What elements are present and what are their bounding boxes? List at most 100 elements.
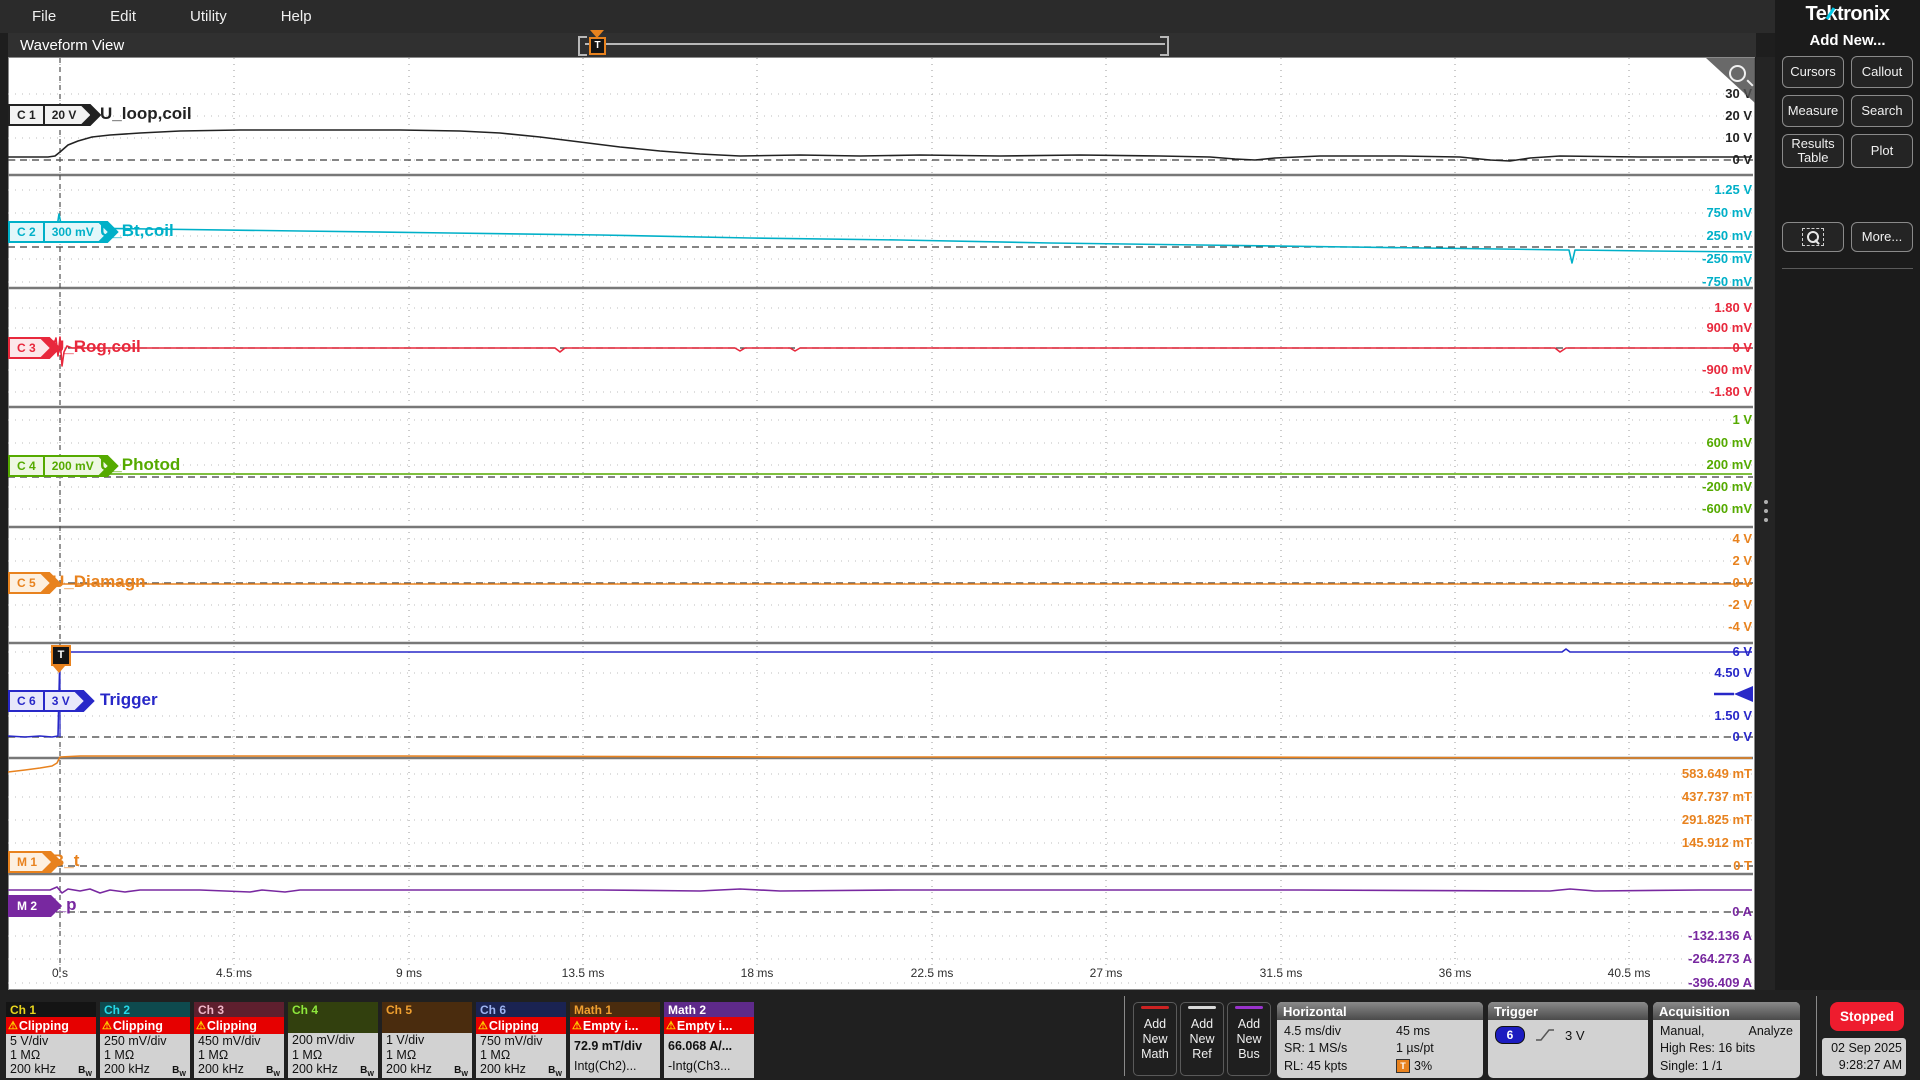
waveform-view-titlebar[interactable]: Waveform View [8,33,1756,57]
channel-badge-c1[interactable]: C 120 V [8,104,101,126]
scale-tick: 0 V [1582,575,1752,590]
clipping-warning-banner: ⚠Clipping [100,1017,190,1034]
bottom-badge-ch-4[interactable]: Ch 4200 mV/div1 MΩ200 kHzBW [288,1002,378,1078]
scale-tick: 4 V [1582,531,1752,546]
waveform-plot-area[interactable] [8,57,1755,990]
scale-tick: -600 mV [1582,501,1752,516]
warning-icon: ⚠ [478,1019,488,1032]
trigger-time-marker-arrow-icon [53,666,65,673]
bandwidth-limit-icon: BW [548,1065,562,1078]
clipping-warning-banner: ⚠Clipping [476,1017,566,1034]
bottom-badge-ch-6[interactable]: Ch 6⚠Clipping750 mV/div1 MΩ200 kHzBW [476,1002,566,1078]
time-axis-label: 13.5 ms [562,966,605,980]
scale-tick: 10 V [1582,130,1752,145]
area-zoom-button[interactable] [1782,222,1844,252]
scale-tick: 6 V [1582,644,1752,659]
measure-button[interactable]: Measure [1782,95,1844,127]
channel-name-label: U_Photod [100,455,180,475]
bandwidth-limit-icon: BW [454,1065,468,1078]
scale-tick: 145.912 mT [1582,835,1752,850]
bottom-badge-ch-1[interactable]: Ch 1⚠Clipping5 V/div1 MΩ200 kHzBW [6,1002,96,1078]
time-axis-label: 18 ms [741,966,774,980]
scale-tick: -900 mV [1582,362,1752,377]
scale-tick: 750 mV [1582,205,1752,220]
trigger-time-marker[interactable]: T [51,645,71,666]
horizontal-panel[interactable]: Horizontal4.5 ms/div45 msSR: 1 MS/s1 µs/… [1277,1002,1483,1078]
scale-tick: 0 V [1582,340,1752,355]
clipping-warning-banner: ⚠Clipping [6,1017,96,1034]
results-table-button[interactable]: Results Table [1782,134,1844,168]
bottom-badge-ch-3[interactable]: Ch 3⚠Clipping450 mV/div1 MΩ200 kHzBW [194,1002,284,1078]
menu-file[interactable]: File [32,8,56,25]
scale-tick: 900 mV [1582,320,1752,335]
scale-tick: 200 mV [1582,457,1752,472]
bandwidth-limit-icon: BW [78,1065,92,1078]
channel-name-label: B_t [52,851,79,871]
plot-button[interactable]: Plot [1851,134,1913,168]
channel-badge-c6[interactable]: C 63 V [8,690,95,712]
scale-tick: -750 mV [1582,274,1752,289]
clipping-warning-banner: ⚠Empty i... [570,1017,660,1034]
acquisition-status-stopped[interactable]: Stopped [1830,1002,1904,1031]
warning-icon: ⚠ [8,1019,18,1032]
scale-tick: -132.136 A [1582,928,1752,943]
scale-tick: 30 V [1582,86,1752,101]
trigger-position-icon: T [1396,1059,1410,1073]
scale-tick: 583.649 mT [1582,766,1752,781]
warning-icon: ⚠ [102,1019,112,1032]
scale-tick: 4.50 V [1582,665,1752,680]
bandwidth-limit-icon: BW [266,1065,280,1078]
acquisition-panel[interactable]: AcquisitionManual,AnalyzeHigh Res: 16 bi… [1653,1002,1800,1078]
menu-edit[interactable]: Edit [110,8,136,25]
scale-tick: 250 mV [1582,228,1752,243]
add-new-ref-button[interactable]: AddNewRef [1180,1002,1224,1076]
bottom-badge-math-2[interactable]: Math 2⚠Empty i...66.068 A/...-Intg(Ch3..… [664,1002,754,1078]
horizontal-position-bar[interactable] [585,43,1165,45]
bottom-badge-math-1[interactable]: Math 1⚠Empty i...72.9 mT/divIntg(Ch2)... [570,1002,660,1078]
bottom-separator [1124,996,1125,1076]
scale-tick: 0 V [1582,152,1752,167]
scale-tick: 2 V [1582,553,1752,568]
warning-icon: ⚠ [196,1019,206,1032]
trigger-position-marker[interactable]: T [589,37,606,55]
callout-button[interactable]: Callout [1851,56,1913,88]
warning-icon: ⚠ [666,1019,676,1032]
bottom-badge-ch-5[interactable]: Ch 51 V/div1 MΩ200 kHzBW [382,1002,472,1078]
waveform-view-title: Waveform View [20,37,124,54]
scale-tick: 0 T [1582,858,1752,873]
scale-tick: -2 V [1582,597,1752,612]
menu-utility[interactable]: Utility [190,8,227,25]
scale-tick: 1.50 V [1582,708,1752,723]
warning-icon: ⚠ [572,1019,582,1032]
magnifier-icon [1729,65,1746,82]
trigger-source-badge: 6 [1495,1026,1525,1044]
panel-splitter[interactable] [1756,57,1775,990]
scale-tick: 1.80 V [1582,300,1752,315]
time-axis-label: 22.5 ms [911,966,954,980]
scale-tick: -1.80 V [1582,384,1752,399]
channel-name-label: U_loop,coil [100,104,192,124]
scale-tick: 0 V [1582,729,1752,744]
add-new-heading: Add New... [1775,32,1920,49]
oscilloscope-screen: File Edit Utility Help Waveform View T 30 V… [0,0,1920,1080]
bottom-badge-ch-2[interactable]: Ch 2⚠Clipping250 mV/div1 MΩ200 kHzBW [100,1002,190,1078]
cursors-button[interactable]: Cursors [1782,56,1844,88]
add-new-bus-button[interactable]: AddNewBus [1227,1002,1271,1076]
scale-tick: 1.25 V [1582,182,1752,197]
search-button[interactable]: Search [1851,95,1913,127]
time-axis-label: 0 s [52,966,68,980]
more-button[interactable]: More... [1851,222,1913,252]
channel-name-label: U_Rog,coil [52,337,141,357]
scale-tick: 0 A [1582,904,1752,919]
horizontal-position-right-bracket [1160,36,1169,56]
time-axis-label: 27 ms [1090,966,1123,980]
scale-tick: 20 V [1582,108,1752,123]
scale-tick: 600 mV [1582,435,1752,450]
rising-edge-icon [1535,1027,1555,1043]
menu-help[interactable]: Help [281,8,312,25]
add-new-math-button[interactable]: AddNewMath [1133,1002,1177,1076]
time-axis-label: 36 ms [1439,966,1472,980]
scale-tick: -4 V [1582,619,1752,634]
horizontal-position-left-bracket [578,36,587,56]
trigger-panel[interactable]: Trigger63 V [1488,1002,1648,1078]
